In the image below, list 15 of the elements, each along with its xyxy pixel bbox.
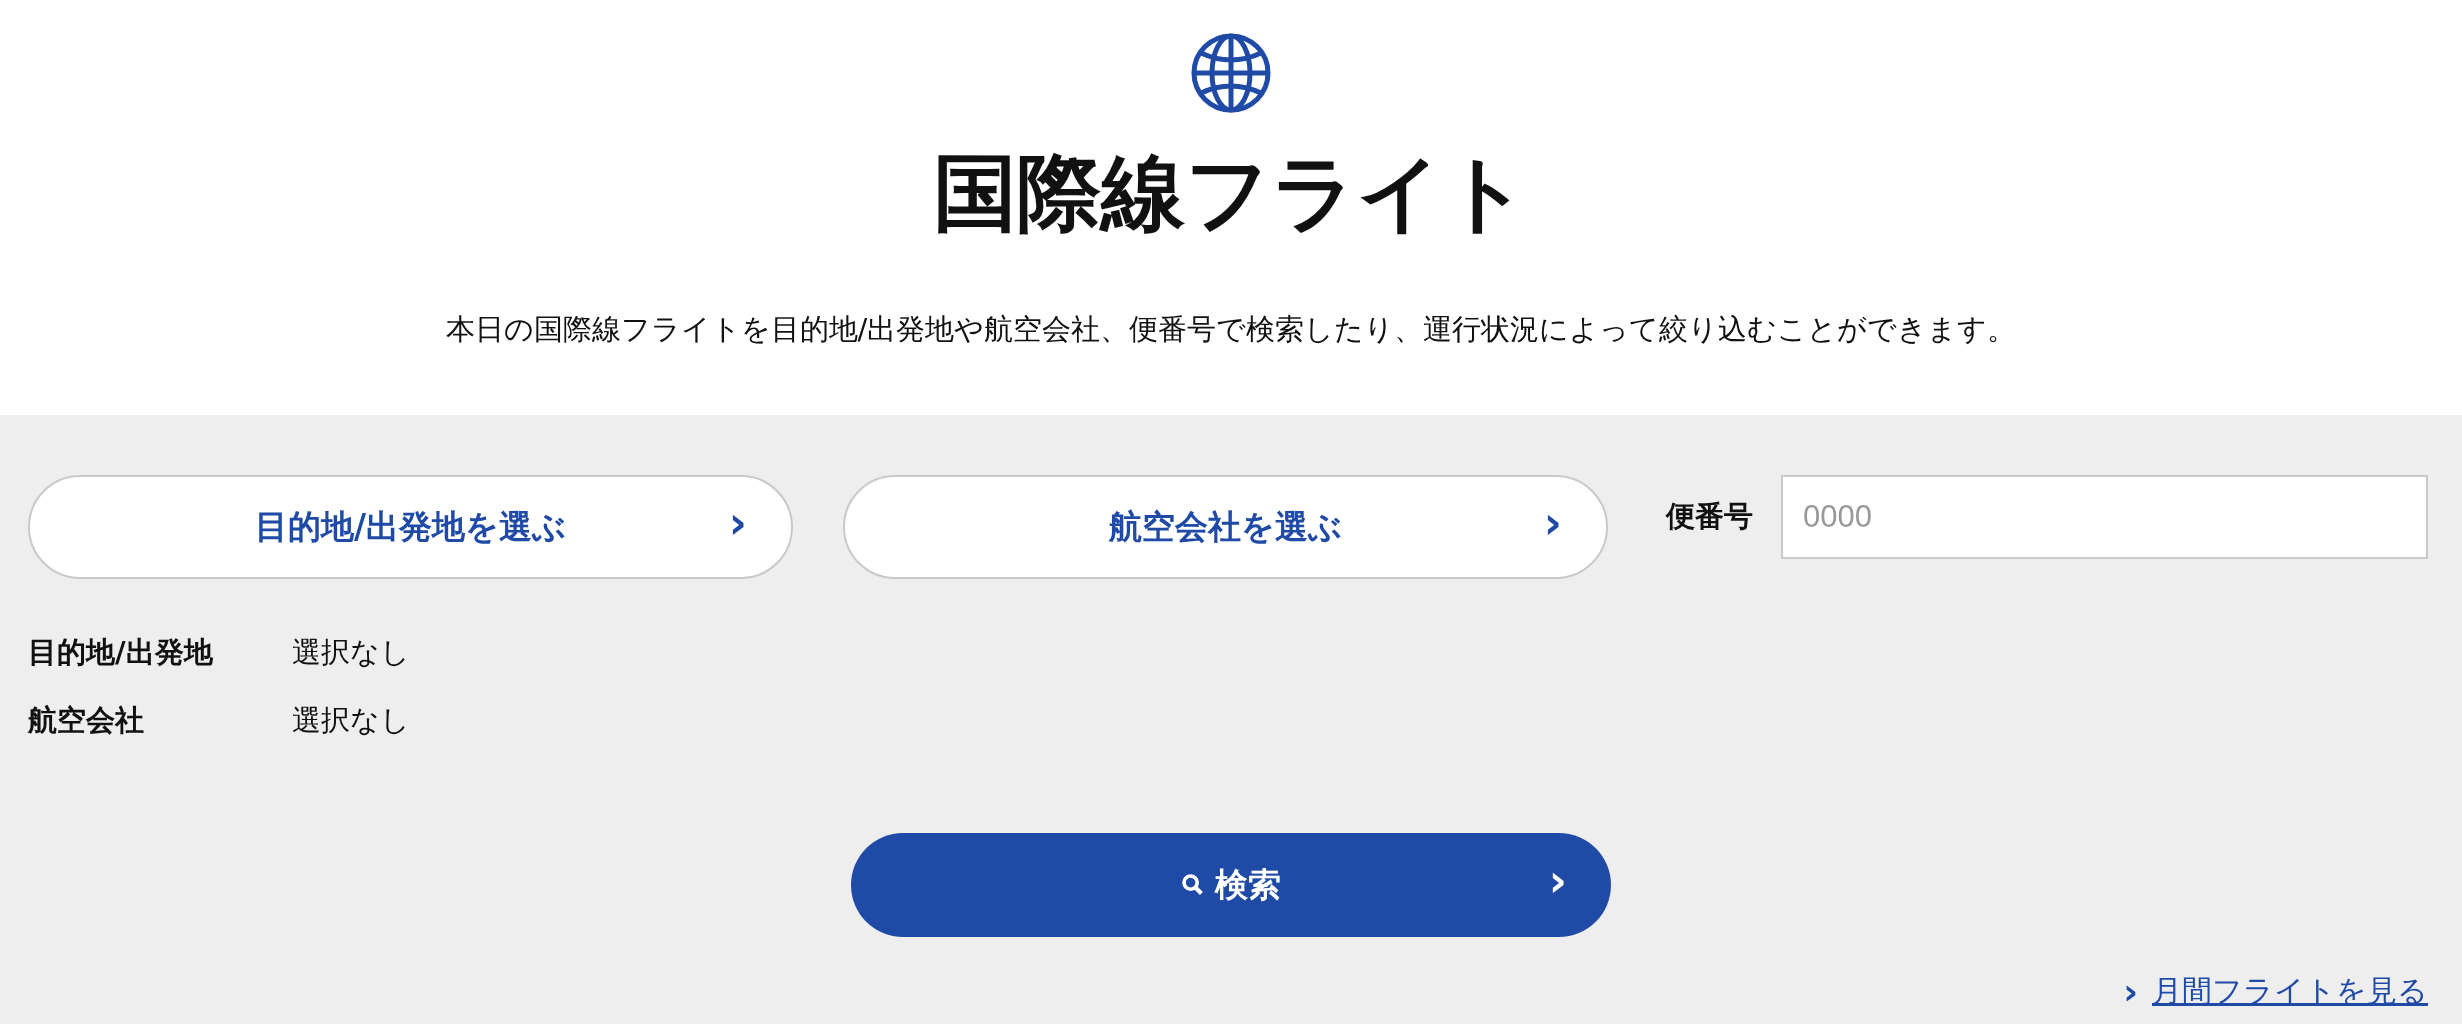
selection-value: 選択なし [292, 634, 410, 671]
selection-label: 目的地/出発地 [28, 634, 214, 671]
select-button[interactable]: 航空会社を選ぶ › [843, 475, 1608, 579]
search-button[interactable]: 検索 › [851, 833, 1611, 937]
selection-label: 航空会社 [28, 702, 145, 739]
flight-number-label: 便番号 [1666, 498, 1753, 535]
flight-number-field[interactable]: 0000 [1781, 475, 2428, 559]
selection-value: 選択なし [292, 702, 410, 739]
page-description: 本日の国際線フライトを目的地/出発地や航空会社、便番号で検索したり、運行状況によって絞り込むことができます。 [445, 310, 2017, 348]
page-title: 国際線フライト [933, 143, 1529, 244]
search-icon [1181, 873, 1205, 897]
globe-icon [1191, 33, 1271, 113]
monthly-flights-link[interactable]: 月間フライトを見る [2152, 971, 2428, 1012]
select-button[interactable]: 目的地/出発地を選ぶ › [28, 475, 793, 579]
chevron-icon: › [2123, 971, 2138, 1012]
